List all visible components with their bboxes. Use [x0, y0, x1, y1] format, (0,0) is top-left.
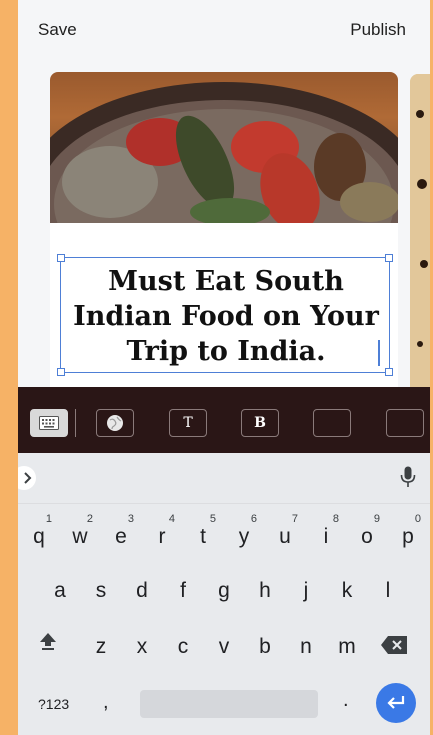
key-d[interactable]: d: [127, 569, 157, 613]
key-u[interactable]: u7: [270, 513, 300, 559]
key-row-3: z x c v b n m: [18, 625, 430, 669]
symbols-key[interactable]: ?123: [38, 696, 69, 712]
key-v[interactable]: v: [209, 625, 239, 669]
key-b[interactable]: b: [250, 625, 280, 669]
publish-button[interactable]: Publish: [350, 20, 406, 40]
format-toolbar: T B: [18, 387, 430, 453]
key-row-1: q1 w2 e3 r4 t5 y6 u7 i8 o9 p0: [18, 513, 430, 559]
keyboard-suggestion-bar: [18, 453, 430, 504]
backspace-icon[interactable]: [380, 635, 408, 660]
period-key[interactable]: .: [343, 689, 349, 712]
text-cursor: [378, 340, 380, 366]
space-bar[interactable]: [140, 690, 318, 718]
chevron-right-icon[interactable]: [18, 466, 42, 490]
next-page-preview[interactable]: [410, 74, 430, 404]
top-bar: Save Publish: [18, 0, 430, 60]
key-p[interactable]: p0: [393, 513, 423, 559]
resize-handle-top-right[interactable]: [385, 254, 393, 262]
resize-handle-top-left[interactable]: [57, 254, 65, 262]
key-row-2: a s d f g h j k l: [18, 569, 430, 613]
key-a[interactable]: a: [45, 569, 75, 613]
bold-button[interactable]: B: [241, 409, 279, 437]
key-c[interactable]: c: [168, 625, 198, 669]
key-k[interactable]: k: [332, 569, 362, 613]
key-s[interactable]: s: [86, 569, 116, 613]
key-m[interactable]: m: [332, 625, 362, 669]
key-row-4: ?123 , .: [18, 683, 430, 727]
key-l[interactable]: l: [373, 569, 403, 613]
key-o[interactable]: o9: [352, 513, 382, 559]
key-r[interactable]: r4: [147, 513, 177, 559]
bold-label: B: [254, 415, 266, 431]
save-button[interactable]: Save: [38, 20, 77, 40]
toolbar-empty-slot[interactable]: [313, 409, 351, 437]
resize-handle-bottom-left[interactable]: [57, 368, 65, 376]
key-y[interactable]: y6: [229, 513, 259, 559]
food-photo: [50, 72, 398, 223]
key-n[interactable]: n: [291, 625, 321, 669]
shift-icon[interactable]: [38, 631, 58, 656]
key-x[interactable]: x: [127, 625, 157, 669]
enter-key[interactable]: [376, 683, 416, 723]
comma-key[interactable]: ,: [103, 691, 109, 714]
resize-handle-bottom-right[interactable]: [385, 368, 393, 376]
keyboard-icon[interactable]: [30, 409, 68, 437]
key-i[interactable]: i8: [311, 513, 341, 559]
microphone-icon[interactable]: [400, 466, 416, 493]
key-q[interactable]: q1: [24, 513, 54, 559]
key-z[interactable]: z: [86, 625, 116, 669]
title-text-box[interactable]: Must Eat South Indian Food on Your Trip …: [57, 254, 393, 376]
key-f[interactable]: f: [168, 569, 198, 613]
globe-icon[interactable]: [96, 409, 134, 437]
enter-arrow-icon: [387, 696, 405, 709]
key-h[interactable]: h: [250, 569, 280, 613]
key-j[interactable]: j: [291, 569, 321, 613]
text-style-button[interactable]: T: [169, 409, 207, 437]
text-style-label: T: [183, 415, 193, 431]
key-t[interactable]: t5: [188, 513, 218, 559]
toolbar-empty-slot[interactable]: [386, 409, 424, 437]
story-title[interactable]: Must Eat South Indian Food on Your Trip …: [61, 264, 391, 369]
soft-keyboard: q1 w2 e3 r4 t5 y6 u7 i8 o9 p0 a s d f g …: [18, 453, 430, 735]
toolbar-divider: [75, 409, 76, 437]
key-e[interactable]: e3: [106, 513, 136, 559]
app-screen: Save Publish Must Eat South Indian Food …: [18, 0, 430, 735]
key-w[interactable]: w2: [65, 513, 95, 559]
key-g[interactable]: g: [209, 569, 239, 613]
